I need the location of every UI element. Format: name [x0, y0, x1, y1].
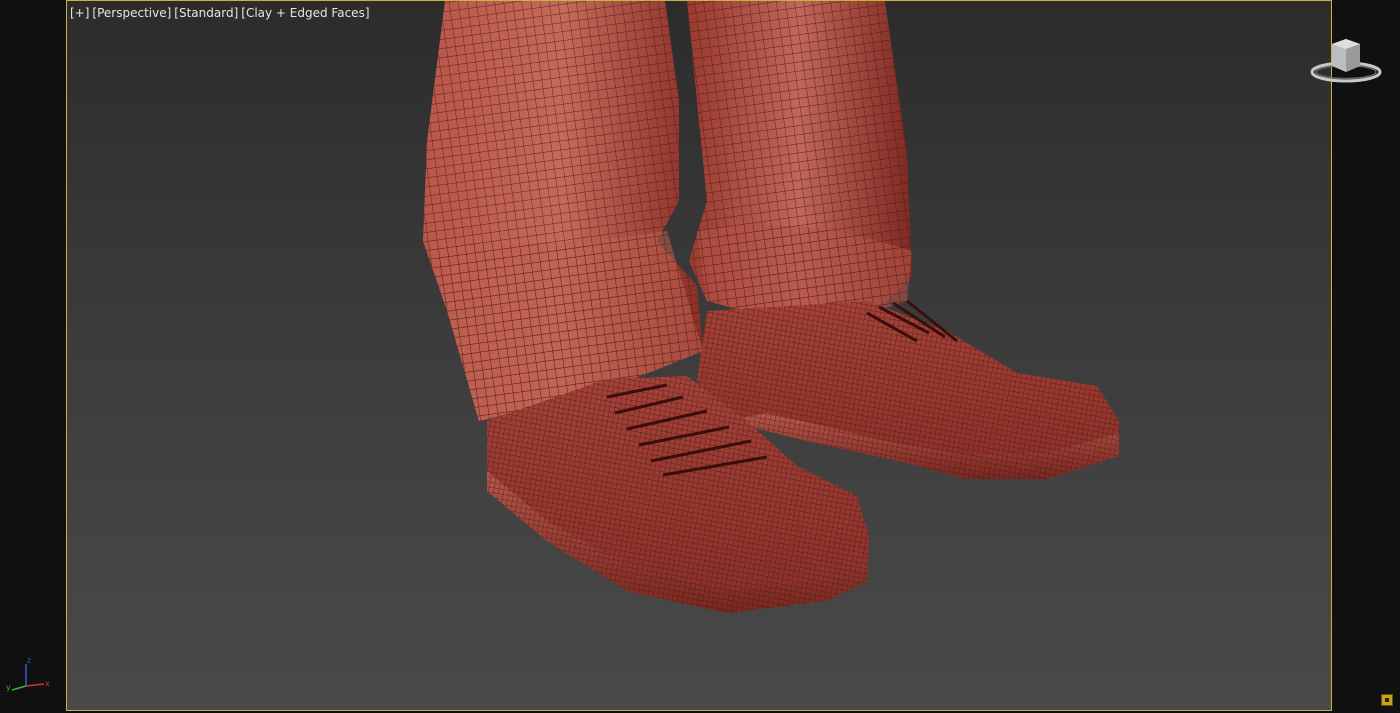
perspective-viewport[interactable]: [+] [Perspective] [Standard] [Clay + Edged …: [66, 0, 1332, 711]
viewport-shading-style-menu[interactable]: [Standard]: [174, 6, 238, 20]
viewport-plus-menu[interactable]: [+]: [70, 6, 89, 20]
axis-x-label: x: [45, 679, 50, 688]
scene-render: [423, 1, 1119, 613]
viewport-label-menu: [+] [Perspective] [Standard] [Clay + Edged …: [70, 6, 373, 20]
right-panel: [1333, 0, 1400, 713]
left-pant-leg: [423, 1, 703, 421]
viewport-point-of-view-menu[interactable]: [Perspective]: [92, 6, 171, 20]
axis-z-label: z: [27, 656, 31, 665]
viewcube-icon[interactable]: [1310, 36, 1382, 86]
app-window: [+] [Perspective] [Standard] [Clay + Edged …: [0, 0, 1400, 713]
axis-tripod: z x y: [6, 656, 50, 692]
viewport-display-mode-menu[interactable]: [Clay + Edged Faces]: [241, 6, 369, 20]
right-pant-leg: [687, 1, 912, 323]
axis-y-label: y: [6, 683, 11, 692]
maximize-viewport-icon[interactable]: [1381, 694, 1393, 706]
left-panel: [0, 0, 66, 713]
